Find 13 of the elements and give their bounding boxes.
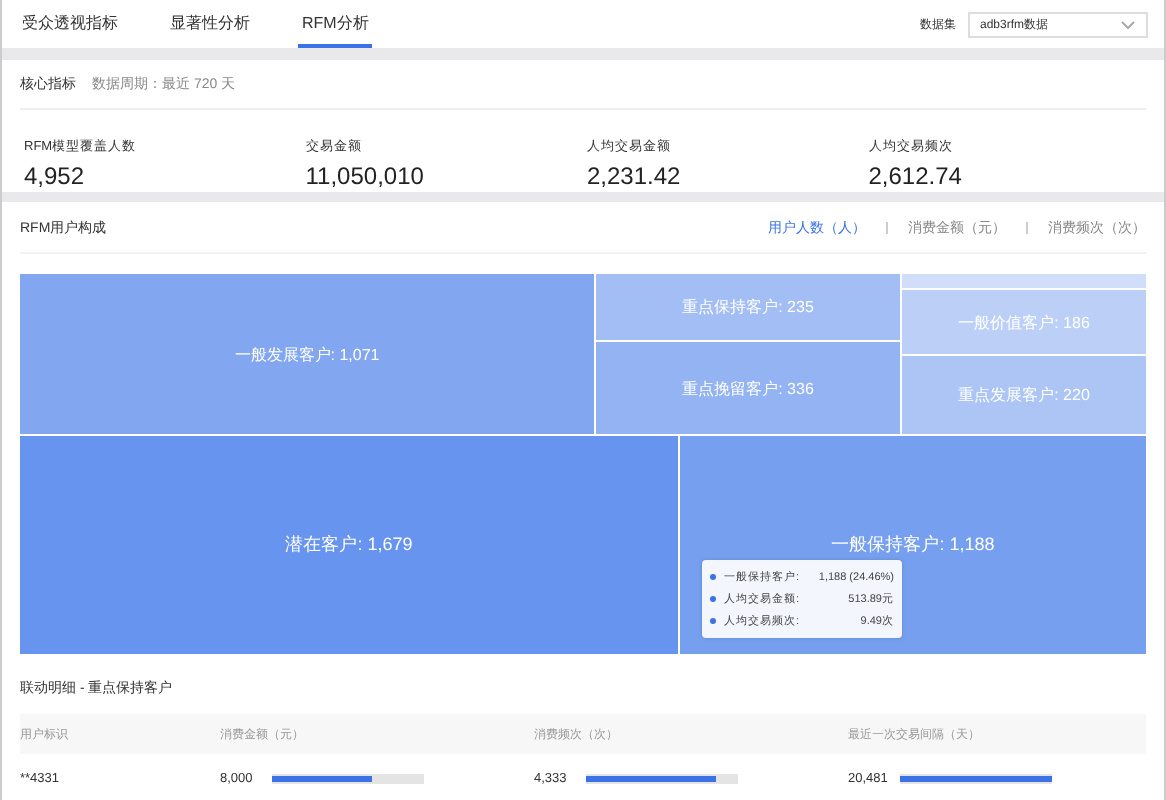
bullet-icon <box>710 596 716 602</box>
tab[interactable]: 受众透视指标 <box>18 0 122 48</box>
bullet-icon <box>710 618 716 624</box>
bullet-icon <box>710 574 716 580</box>
chevron-down-icon <box>1120 19 1136 29</box>
metric-value: 4,952 <box>24 162 87 190</box>
treemap-cell[interactable]: 潜在客户: 1,679 <box>20 436 678 654</box>
metric-value: 11,050,010 <box>305 162 426 190</box>
metric-value: 2,231.42 <box>587 162 683 190</box>
treemap-cell[interactable]: 一般发展客户: 1,071 <box>20 274 594 434</box>
treemap-cell[interactable]: 重点挽留客户: 336 <box>596 342 900 434</box>
tab[interactable]: 显著性分析 <box>166 0 254 48</box>
metric-value: 2,612.74 <box>868 162 964 190</box>
